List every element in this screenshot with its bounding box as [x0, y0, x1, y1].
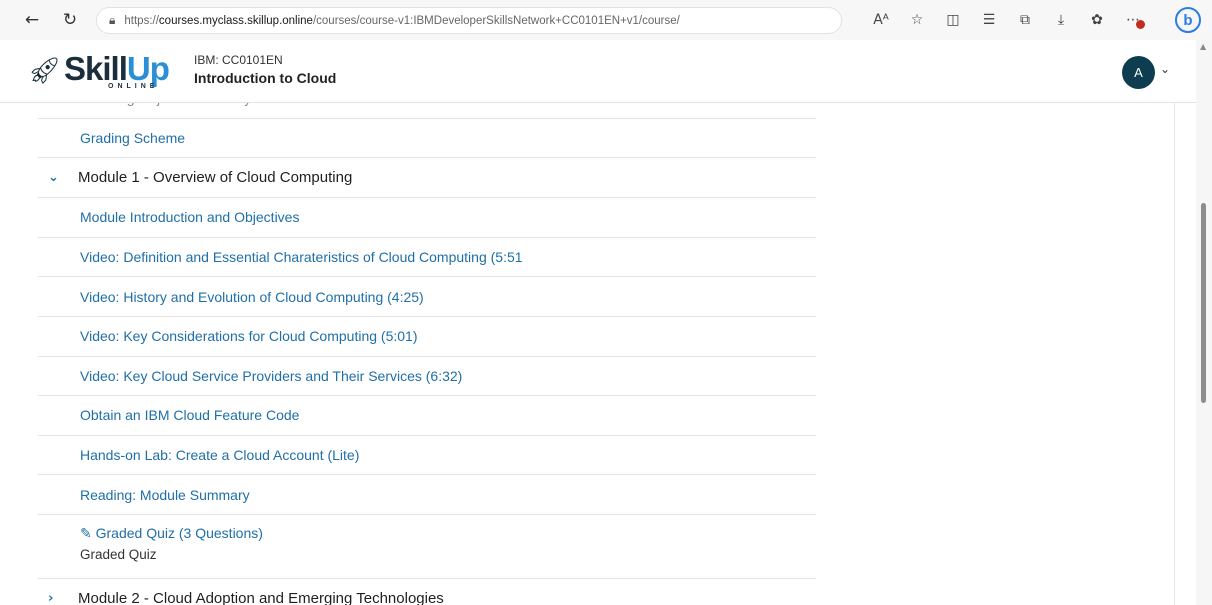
module-1-title: Module 1 - Overview of Cloud Computing: [78, 169, 353, 187]
url-path: /courses/course-v1:IBMDeveloperSkillsNet…: [312, 14, 680, 27]
course-outline-area: Learning Objectives and Syllabus Grading…: [0, 103, 1196, 605]
outline-item[interactable]: Hands-on Lab: Create a Cloud Account (Li…: [38, 436, 816, 476]
extensions-icon[interactable]: ✿: [1079, 8, 1115, 32]
back-arrow-icon[interactable]: ←: [20, 8, 44, 32]
outline-item[interactable]: Obtain an IBM Cloud Feature Code: [38, 396, 816, 436]
collections-icon[interactable]: ⧉: [1007, 8, 1043, 32]
browser-toolbar: ← ↻ 🔒︎ https://courses.myclass.skillup.o…: [0, 0, 1212, 40]
chevron-down-icon[interactable]: ⌄: [48, 170, 78, 185]
rocket-icon: 🚀︎: [28, 56, 62, 86]
address-bar[interactable]: 🔒︎ https://courses.myclass.skillup.onlin…: [96, 7, 842, 34]
chevron-down-icon[interactable]: ⌄: [1160, 62, 1170, 76]
url-prefix: https://: [124, 14, 159, 27]
graded-quiz-link[interactable]: ✎ Graded Quiz (3 Questions): [80, 525, 816, 542]
edit-icon: ✎: [80, 524, 96, 541]
module-2-title: Module 2 - Cloud Adoption and Emerging T…: [78, 589, 444, 605]
favorites-list-icon[interactable]: ☰: [971, 8, 1007, 32]
module-2-header[interactable]: › Module 2 - Cloud Adoption and Emerging…: [38, 579, 816, 605]
graded-quiz-subtitle: Graded Quiz: [80, 546, 157, 562]
read-aloud-icon[interactable]: A͏ᴬ: [863, 8, 899, 32]
skillup-logo[interactable]: 🚀︎ SkillUp ONLINE: [28, 50, 178, 92]
divider: [1174, 103, 1175, 605]
outline-item[interactable]: Video: Definition and Essential Charater…: [38, 238, 816, 278]
outline-item-grading-scheme[interactable]: Grading Scheme: [38, 119, 816, 159]
outline-item[interactable]: Video: Key Considerations for Cloud Comp…: [38, 317, 816, 357]
notification-badge: [1136, 20, 1145, 29]
graded-quiz-item: ✎ Graded Quiz (3 Questions) Graded Quiz: [38, 515, 816, 579]
favorite-star-icon[interactable]: ☆: [899, 8, 935, 32]
chevron-right-icon[interactable]: ›: [48, 591, 78, 605]
avatar[interactable]: A: [1122, 56, 1155, 89]
module-1-header[interactable]: ⌄ Module 1 - Overview of Cloud Computing: [38, 158, 816, 199]
outline-item[interactable]: Reading: Module Summary: [38, 475, 816, 515]
outline-item[interactable]: Video: Key Cloud Service Providers and T…: [38, 357, 816, 397]
split-screen-icon[interactable]: ◫: [935, 8, 971, 32]
lock-icon: 🔒︎: [109, 13, 116, 27]
bing-copilot-icon[interactable]: b: [1175, 7, 1201, 33]
course-outline: Learning Objectives and Syllabus Grading…: [38, 103, 816, 605]
scroll-thumb[interactable]: [1201, 203, 1206, 403]
more-menu-icon[interactable]: ⋯: [1115, 8, 1151, 32]
course-id: IBM: CC0101EN: [194, 53, 283, 67]
course-title: Introduction to Cloud: [194, 70, 337, 86]
scroll-up-icon[interactable]: ▲: [1200, 42, 1206, 51]
download-icon[interactable]: ⤓: [1043, 8, 1079, 32]
url-host: courses.myclass.skillup.online: [158, 14, 313, 27]
outline-item[interactable]: Learning Objectives and Syllabus: [38, 103, 816, 119]
refresh-icon[interactable]: ↻: [58, 8, 82, 32]
outline-item[interactable]: Video: History and Evolution of Cloud Co…: [38, 277, 816, 317]
site-header: 🚀︎ SkillUp ONLINE IBM: CC0101EN Introduc…: [0, 40, 1196, 103]
logo-online: ONLINE: [108, 83, 159, 90]
page-scrollbar[interactable]: ▲: [1196, 40, 1212, 605]
browser-tools: A͏ᴬ ☆ ◫ ☰ ⧉ ⤓ ✿ ⋯: [863, 8, 1151, 32]
outline-item[interactable]: Module Introduction and Objectives: [38, 198, 816, 238]
